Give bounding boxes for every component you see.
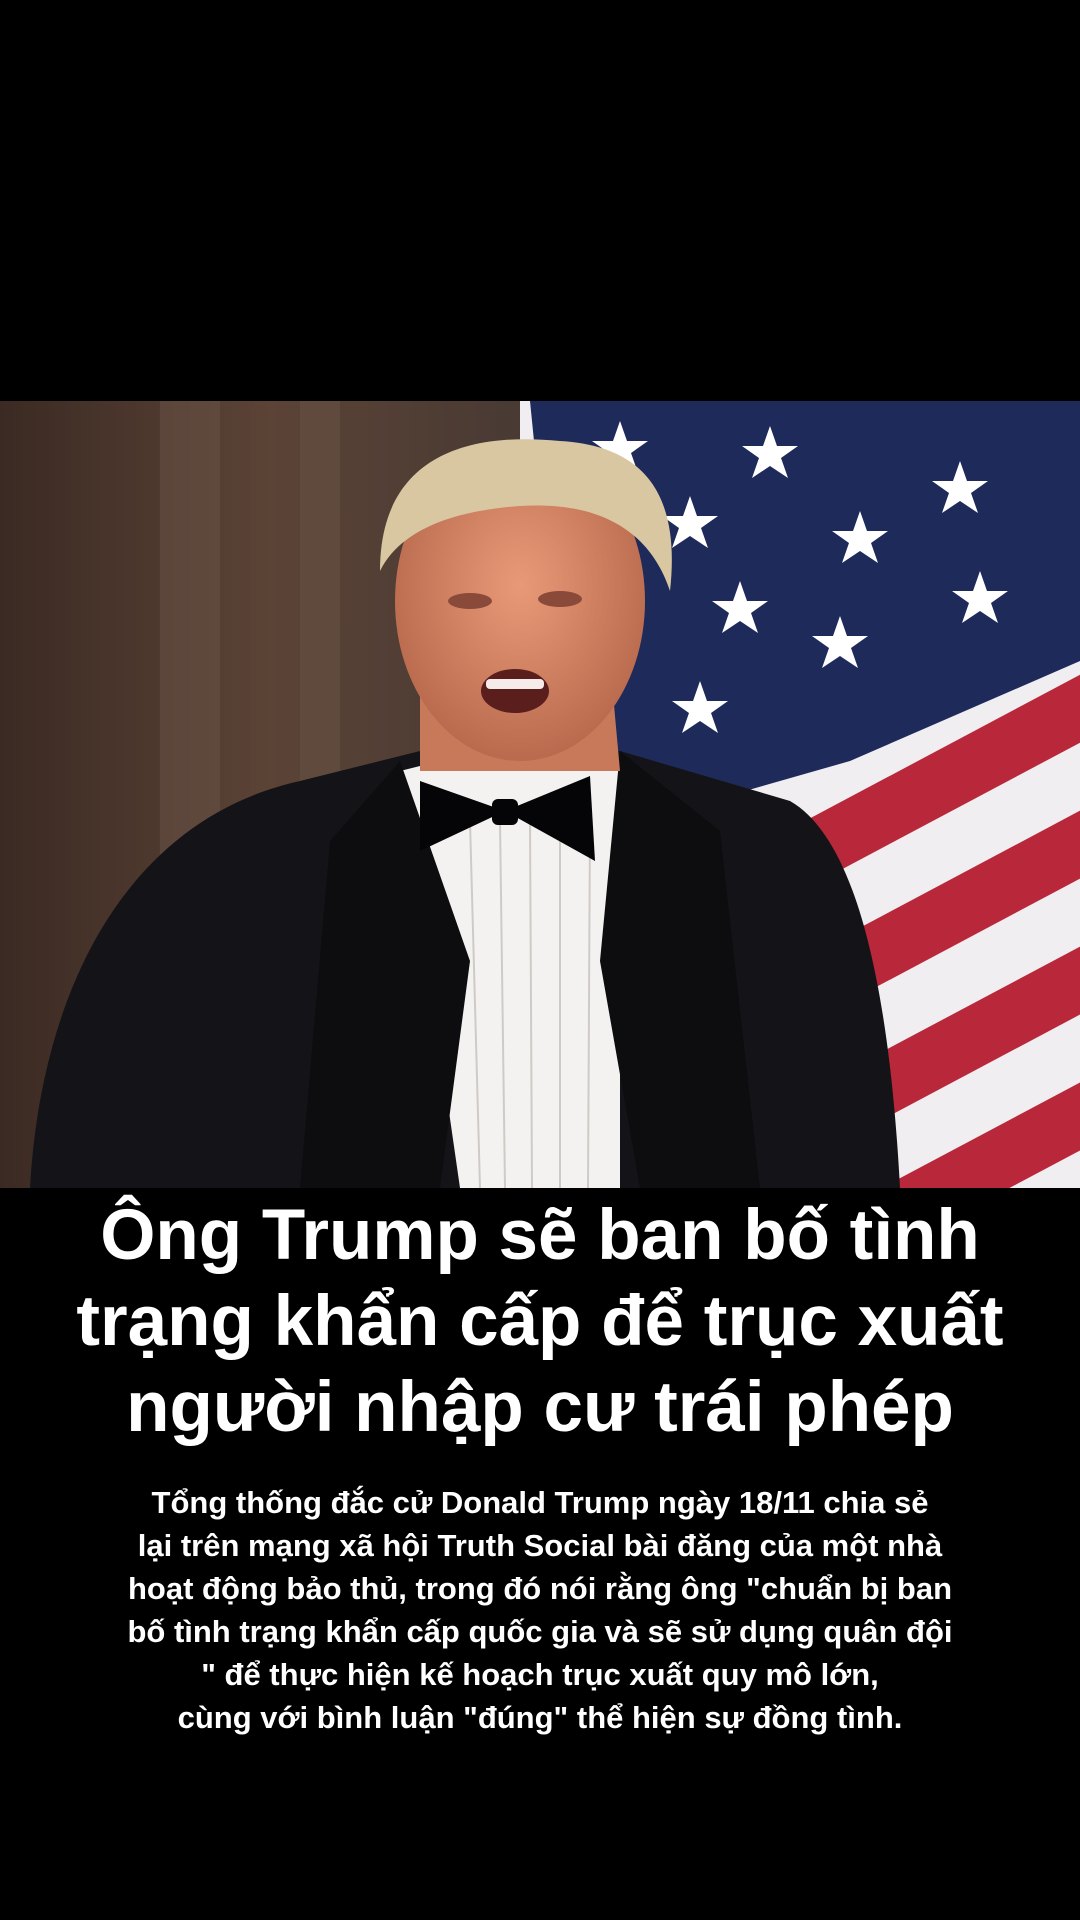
story-screen: Ông Trump sẽ ban bố tình trạng khẩn cấp … bbox=[0, 0, 1080, 1920]
summary-line: cùng với bình luận "đúng" thể hiện sự đồ… bbox=[177, 1700, 903, 1735]
summary-line: " để thực hiện kế hoạch trục xuất quy mô… bbox=[201, 1657, 879, 1692]
summary-line: hoạt động bảo thủ, trong đó nói rằng ông… bbox=[127, 1571, 953, 1606]
news-photo bbox=[0, 401, 1080, 1188]
summary-line: bố tình trạng khẩn cấp quốc gia và sẽ sử… bbox=[127, 1614, 953, 1649]
person-in-tuxedo-photo bbox=[0, 401, 1080, 1188]
summary-line: lại trên mạng xã hội Truth Social bài đă… bbox=[137, 1528, 943, 1563]
headline-line: trạng khẩn cấp để trục xuất bbox=[76, 1282, 1004, 1361]
headline-line: Ông Trump sẽ ban bố tình bbox=[100, 1196, 980, 1275]
headline-line: người nhập cư trái phép bbox=[126, 1368, 954, 1447]
summary-line: Tổng thống đắc cử Donald Trump ngày 18/1… bbox=[151, 1485, 929, 1520]
headline: Ông Trump sẽ ban bố tình trạng khẩn cấp … bbox=[40, 1193, 1040, 1451]
article-summary: Tổng thống đắc cử Donald Trump ngày 18/1… bbox=[40, 1481, 1040, 1739]
